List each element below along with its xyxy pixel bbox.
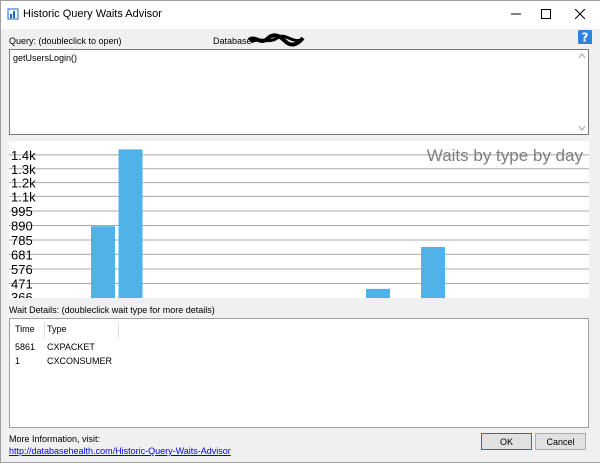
y-tick-label: 785 [11,233,33,248]
wait-details-table[interactable]: Time Type 5861 CXPACKET 1 CXCONSUMER [9,318,589,428]
column-header-time[interactable]: Time [15,324,35,334]
redacted-database-name [247,33,305,47]
y-tick-label: 681 [11,247,33,262]
more-info-text: More Information, visit: [9,434,101,444]
row-type: CXPACKET [47,342,95,352]
close-icon [574,8,586,21]
scroll-down-icon[interactable] [578,124,586,132]
y-tick-label: 890 [11,218,33,233]
query-text: getUsersLogin() [13,53,78,63]
more-info-link[interactable]: http://databasehealth.com/Historic-Query… [9,446,231,456]
minimize-icon [511,9,521,21]
chart-bar [421,246,445,298]
window-title: Historic Query Waits Advisor [23,8,162,20]
column-separator [44,322,45,338]
database-label: Database [213,36,252,46]
y-tick-label: 1.4k [11,148,36,163]
help-icon[interactable]: ? [576,28,594,46]
y-tick-label: 1.1k [11,189,36,204]
table-row[interactable]: 1 CXCONSUMER [10,356,588,368]
query-scrollbar[interactable] [576,50,588,134]
minimize-button[interactable] [501,1,531,29]
chart-title: Waits by type by day [427,146,584,165]
y-tick-label: 995 [11,204,33,219]
title-bar[interactable]: Historic Query Waits Advisor [1,1,600,29]
waits-chart: 1.4k 1.3k 1.2k 1.1k 995 890 785 681 576 471 366 Wa… [9,141,589,298]
query-text-area[interactable]: getUsersLogin() [9,49,589,135]
table-row[interactable]: 5861 CXPACKET [10,342,588,354]
chart-bar [91,226,115,298]
ok-button[interactable]: OK [481,433,532,450]
y-tick-label: 1.3k [11,162,36,177]
maximize-icon [541,9,551,21]
y-tick-label: 576 [11,262,33,277]
wait-details-label: Wait Details: (doubleclick wait type for… [9,305,215,315]
row-time: 1 [15,356,21,366]
query-label: Query: (doubleclick to open) [9,36,122,46]
chart-bar [366,288,390,298]
column-separator [118,322,119,338]
dialog-window: Historic Query Waits Advisor Query: (dou… [0,0,600,463]
maximize-button[interactable] [531,1,561,29]
close-button[interactable] [565,1,595,29]
cancel-button[interactable]: Cancel [535,433,586,450]
y-tick-label-clipped: 366 [11,290,33,298]
row-type: CXCONSUMER [47,356,113,366]
chart-bar [118,149,143,298]
row-time: 5861 [15,342,36,352]
waits-chart-svg: 1.4k1.3k1.2k1.1k995890785681576471366 Wa… [9,146,589,298]
svg-text:?: ? [582,31,589,45]
column-header-type[interactable]: Type [47,324,67,334]
app-icon [7,8,19,20]
y-tick-label: 1.2k [11,176,36,191]
scroll-up-icon[interactable] [578,52,586,60]
